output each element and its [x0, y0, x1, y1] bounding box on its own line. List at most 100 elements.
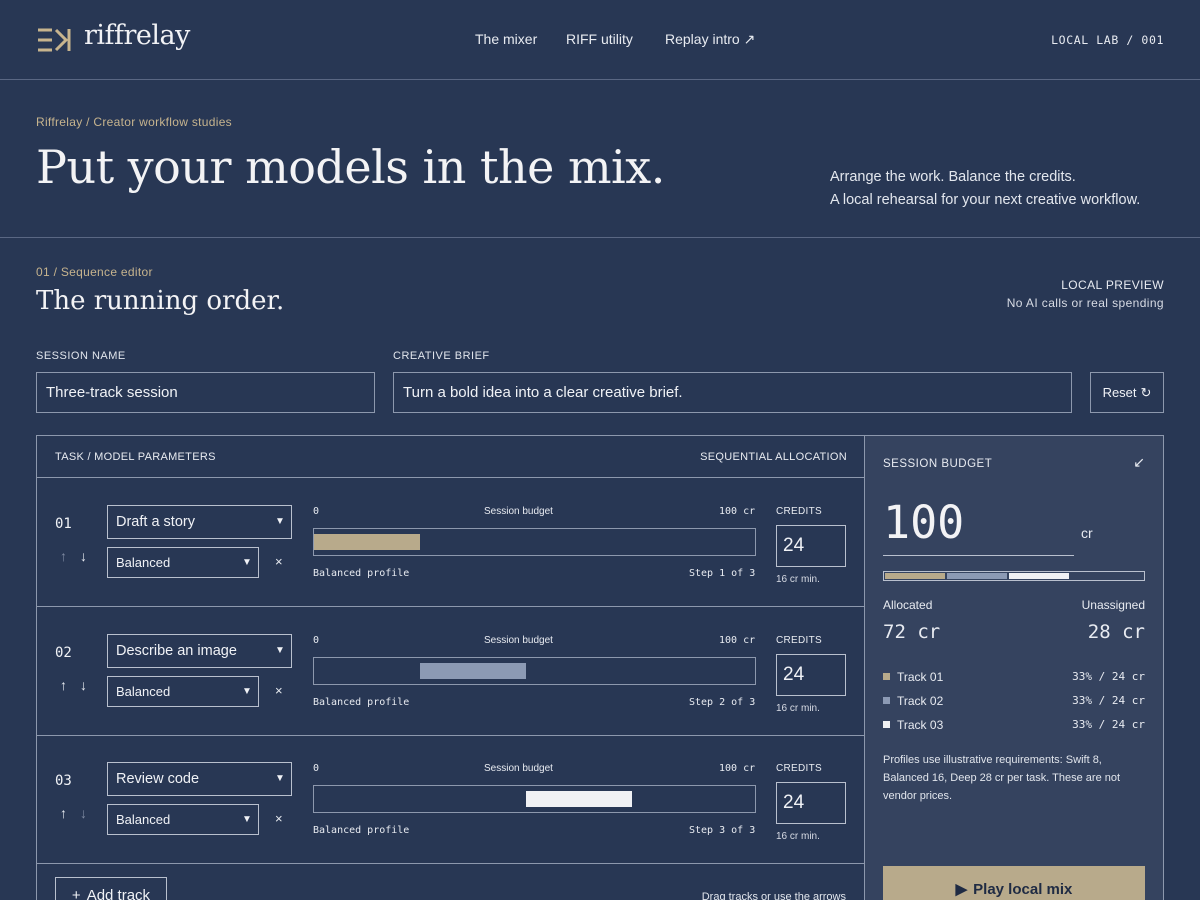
- profile-select[interactable]: SwiftBalancedDeep: [107, 547, 259, 578]
- task-select[interactable]: Draft a storyDescribe an imageReview cod…: [107, 633, 292, 668]
- top-bar: riffrelay The mixer RIFF utility Replay …: [0, 0, 1200, 80]
- page-title: Put your models in the mix.: [36, 140, 665, 194]
- track-number: 03: [55, 773, 72, 789]
- allocation-fill: [314, 534, 420, 550]
- unassigned-value: 28 cr: [1087, 621, 1145, 643]
- nav-riff-utility[interactable]: RIFF utility: [566, 31, 633, 47]
- move-up-icon: ↑: [60, 548, 67, 564]
- brand-name[interactable]: riffrelay: [84, 20, 190, 51]
- preview-badge-title: LOCAL PREVIEW: [1061, 278, 1164, 292]
- remove-track-icon[interactable]: ×: [275, 811, 283, 826]
- collapse-icon[interactable]: ↙: [1133, 454, 1145, 471]
- move-up-icon[interactable]: ↑: [60, 677, 67, 693]
- allocation-bar: [313, 656, 756, 685]
- step-label: Step 1 of 3: [689, 568, 756, 579]
- section-breadcrumb: 01 / Sequence editor: [36, 265, 153, 279]
- unassigned-label: Unassigned: [1081, 598, 1145, 612]
- credits-label: CREDITS: [776, 506, 822, 517]
- sequence-editor: TASK / MODEL PARAMETERS SEQUENTIAL ALLOC…: [36, 435, 865, 900]
- move-down-icon: ↓: [80, 805, 87, 821]
- move-down-icon[interactable]: ↓: [80, 548, 87, 564]
- section-title: The running order.: [36, 286, 285, 316]
- budget-note: Profiles use illustrative requirements: …: [883, 754, 1121, 802]
- session-name-label: SESSION NAME: [36, 350, 126, 362]
- editor-header-left: TASK / MODEL PARAMETERS: [55, 451, 216, 463]
- budget-meter-segment: [885, 573, 945, 579]
- budget-meter-segment: [1008, 573, 1069, 579]
- session-name-input[interactable]: [36, 372, 375, 413]
- bar-max-label: 100 cr: [719, 763, 756, 774]
- play-label: Play local mix: [973, 880, 1073, 898]
- move-down-icon[interactable]: ↓: [80, 677, 87, 693]
- bar-budget-label: Session budget: [484, 506, 553, 517]
- track-row: 02 ↑ ↓ Draft a storyDescribe an imageReview…: [37, 607, 865, 736]
- budget-underline: [883, 555, 1074, 556]
- reset-label: Reset: [1102, 385, 1137, 400]
- bar-min-label: 0: [313, 763, 320, 774]
- track-number: 01: [55, 516, 72, 532]
- nav-the-mixer[interactable]: The mixer: [475, 31, 537, 47]
- preview-badge-subtitle: No AI calls or real spending: [1006, 296, 1164, 310]
- hero-breadcrumb: Riffrelay / Creator workflow studies: [36, 115, 232, 129]
- bar-budget-label: Session budget: [484, 634, 553, 646]
- legend-value: 33% / 24 cr: [1072, 694, 1145, 707]
- task-select[interactable]: Draft a storyDescribe an imageReview cod…: [107, 505, 292, 539]
- budget-unit: cr: [1081, 525, 1093, 541]
- allocated-label: Allocated: [883, 598, 933, 612]
- credits-min-label: 16 cr min.: [776, 574, 820, 585]
- step-label: Step 2 of 3: [689, 696, 756, 708]
- hero-subtitle-line: A local rehearsal for your next creative…: [830, 192, 1141, 208]
- plus-icon: +: [71, 886, 81, 900]
- legend-name: Track 03: [897, 718, 944, 732]
- bar-max-label: 100 cr: [719, 506, 756, 517]
- bar-profile-label: Balanced profile: [313, 696, 410, 708]
- creative-brief-input[interactable]: [393, 372, 1072, 413]
- drag-hint: Drag tracks or use the arrows: [701, 891, 846, 900]
- add-track-button[interactable]: + Add track: [55, 877, 167, 900]
- bar-budget-label: Session budget: [484, 763, 553, 774]
- credits-min-label: 16 cr min.: [776, 702, 820, 714]
- credits-input[interactable]: [776, 782, 846, 824]
- remove-track-icon[interactable]: ×: [275, 554, 283, 569]
- task-select[interactable]: Draft a storyDescribe an imageReview cod…: [107, 762, 292, 796]
- creative-brief-label: CREATIVE BRIEF: [393, 350, 490, 362]
- credits-label: CREDITS: [776, 763, 822, 774]
- credits-input[interactable]: [776, 525, 846, 567]
- hero: Riffrelay / Creator workflow studies Put…: [0, 80, 1200, 238]
- lab-tag: LOCAL LAB / 001: [1051, 33, 1164, 47]
- track-row: 01 ↑ ↓ Draft a storyDescribe an imageReview…: [37, 478, 865, 607]
- legend-item: Track 03 33% / 24 cr: [883, 717, 1145, 733]
- profile-select[interactable]: SwiftBalancedDeep: [107, 675, 259, 707]
- legend-swatch: [883, 697, 890, 704]
- nav-replay-intro[interactable]: Replay intro ↗: [665, 31, 755, 48]
- track-number: 02: [55, 644, 72, 661]
- legend-swatch: [883, 721, 890, 728]
- session-budget-panel: SESSION BUDGET ↙ 100 cr Allocated Unassi…: [864, 435, 1164, 900]
- editor-header: TASK / MODEL PARAMETERS SEQUENTIAL ALLOC…: [37, 436, 865, 478]
- remove-track-icon[interactable]: ×: [275, 683, 283, 698]
- legend-value: 33% / 24 cr: [1072, 718, 1145, 731]
- credits-min-label: 16 cr min.: [776, 831, 820, 842]
- legend-value: 33% / 24 cr: [1072, 670, 1145, 683]
- budget-total: 100: [883, 496, 965, 549]
- credits-input[interactable]: [776, 653, 846, 696]
- move-up-icon[interactable]: ↑: [60, 805, 67, 821]
- bar-profile-label: Balanced profile: [313, 568, 410, 579]
- budget-meter-segment: [946, 573, 1007, 579]
- profile-select[interactable]: SwiftBalancedDeep: [107, 804, 259, 835]
- budget-label: SESSION BUDGET: [883, 458, 993, 470]
- legend-name: Track 02: [897, 694, 944, 708]
- play-local-mix-button[interactable]: ▶ Play local mix: [883, 866, 1145, 900]
- reset-button[interactable]: Reset ↻: [1090, 372, 1164, 413]
- allocated-value: 72 cr: [883, 621, 941, 643]
- legend-name: Track 01: [897, 670, 944, 684]
- allocation-bar: [313, 785, 756, 813]
- hero-subtitle: Arrange the work. Balance the credits. A…: [830, 166, 1164, 212]
- legend-item: Track 01 33% / 24 cr: [883, 669, 1145, 685]
- hero-subtitle-line: Arrange the work. Balance the credits.: [830, 169, 1076, 185]
- legend-swatch: [883, 673, 890, 680]
- editor-header-right: SEQUENTIAL ALLOCATION: [700, 451, 847, 463]
- logo-icon: [38, 28, 71, 52]
- bar-min-label: 0: [313, 634, 320, 646]
- legend-item: Track 02 33% / 24 cr: [883, 693, 1145, 709]
